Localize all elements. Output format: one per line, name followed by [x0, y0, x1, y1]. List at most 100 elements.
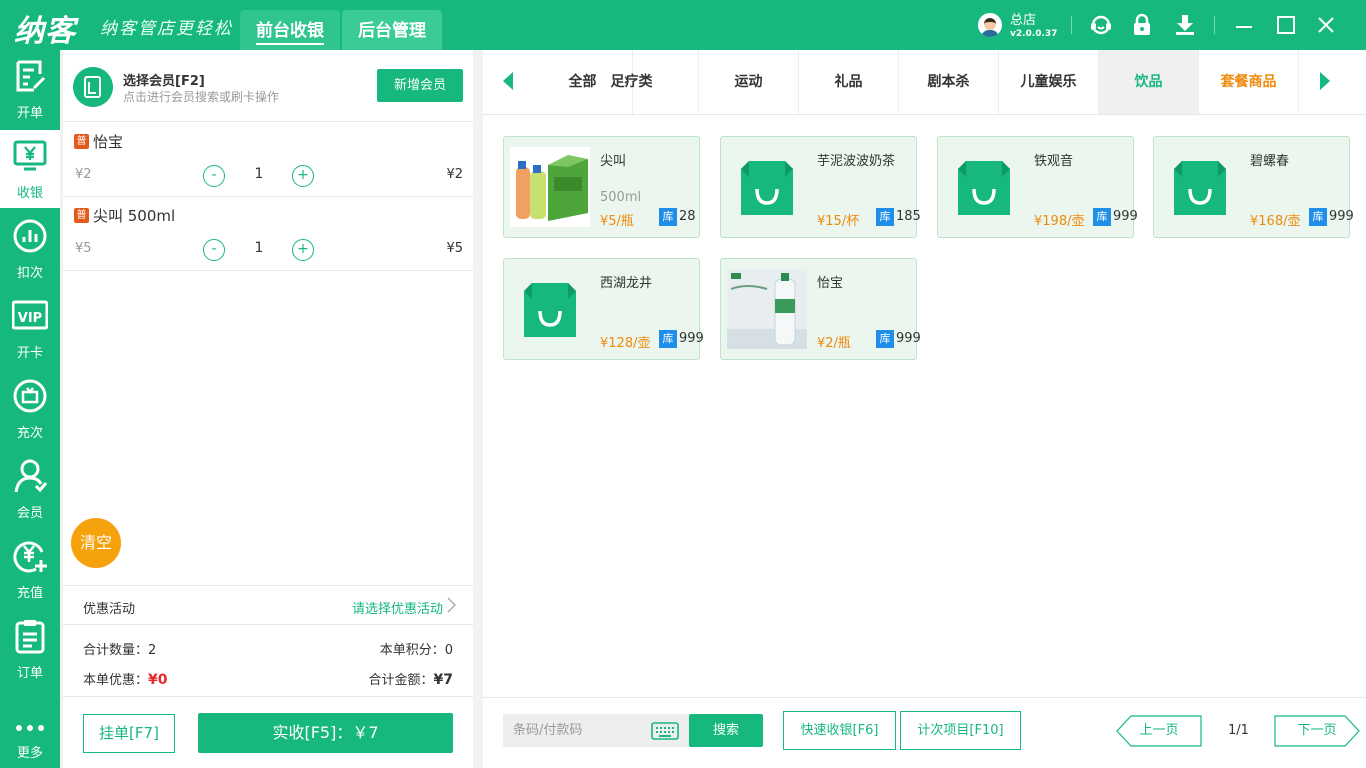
tab-front-cashier-label: 前台收银 [256, 21, 324, 45]
product-name: 铁观音 [1034, 154, 1074, 169]
recharge-icon [13, 541, 47, 573]
bag-icon [958, 161, 1010, 215]
category-kids[interactable]: 儿童娱乐 [999, 50, 1099, 114]
order-points-label: 本单积分： [379, 643, 445, 658]
sidebar-item-recharge-times[interactable]: 充次 [0, 370, 60, 448]
sidebar-item-label: 开单 [16, 106, 43, 121]
select-promotion-link[interactable]: 请选择优惠活动 [352, 598, 443, 617]
sidebar-item-cashier[interactable]: 收银 [0, 130, 60, 208]
product-card[interactable]: 尖叫 500ml ¥5/瓶 库 28 [503, 136, 700, 238]
download-icon[interactable] [1173, 13, 1197, 37]
sidebar-item-more[interactable]: 更多 [0, 690, 60, 768]
category-combo[interactable]: 套餐商品 [1199, 50, 1299, 114]
lock-icon[interactable] [1130, 13, 1154, 37]
decrease-qty-button[interactable]: - [203, 239, 225, 261]
more-icon [16, 725, 44, 731]
category-drinks[interactable]: 饮品 [1099, 50, 1199, 114]
cart-item[interactable]: 普 尖叫 500ml ¥5 - 1 + ¥5 [63, 197, 473, 271]
bag-icon [524, 283, 576, 337]
chart-icon [13, 219, 47, 253]
category-next-icon[interactable] [1320, 72, 1330, 90]
bag-icon [741, 161, 793, 215]
prev-page-button[interactable]: 上一页 [1116, 715, 1202, 747]
sidebar-item-label: 充次 [16, 426, 43, 441]
sidebar-item-deduct[interactable]: 扣次 [0, 210, 60, 288]
app-slogan: 纳客管店更轻松 [100, 19, 233, 39]
cart-item-unit-price: ¥2 [75, 167, 92, 182]
product-spec: 500ml [600, 190, 642, 205]
increase-qty-button[interactable]: + [292, 165, 314, 187]
member-select-title: 选择会员[F2] [123, 74, 205, 89]
stock-badge: 库 [659, 208, 677, 226]
promotion-row[interactable]: 优惠活动 请选择优惠活动 [63, 585, 473, 625]
cart-item-name: 尖叫 500ml [93, 207, 176, 225]
tab-front-cashier[interactable]: 前台收银 [240, 10, 340, 50]
category-foot-therapy[interactable]: 足疗类 [599, 50, 699, 114]
sidebar-item-label: 扣次 [16, 266, 43, 281]
order-discount: 本单优惠：¥0 [83, 669, 168, 688]
category-prev-icon[interactable] [503, 72, 513, 90]
sidebar-item-open-order[interactable]: 开单 [0, 50, 60, 128]
maximize-icon[interactable] [1274, 13, 1298, 37]
search-button[interactable]: 搜索 [689, 714, 763, 747]
sidebar: 开单 收银 扣次 VIP 开卡 充次 会员 充值 订单 更多 [0, 50, 60, 768]
minimize-icon[interactable] [1232, 13, 1256, 37]
sidebar-item-recharge[interactable]: 充值 [0, 530, 60, 608]
member-select-bar[interactable]: 选择会员[F2] 点击进行会员搜索或刷卡操作 新增会员 [63, 50, 473, 122]
sidebar-item-open-card[interactable]: VIP 开卡 [0, 290, 60, 368]
product-name: 西湖龙井 [600, 276, 653, 291]
sidebar-item-member[interactable]: 会员 [0, 450, 60, 528]
cart-item-unit-price: ¥5 [75, 241, 92, 256]
product-stock: 999 [1113, 209, 1138, 224]
top-bar: 纳客 纳客管店更轻松 前台收银 后台管理 总店 v2.0.0.37 [0, 0, 1366, 50]
order-discount-label: 本单优惠： [83, 673, 149, 688]
category-script-game[interactable]: 剧本杀 [899, 50, 999, 114]
clear-cart-button[interactable]: 清空 [71, 518, 121, 568]
category-gifts[interactable]: 礼品 [799, 50, 899, 114]
cart-item[interactable]: 普 怡宝 ¥2 - 1 + ¥2 [63, 123, 473, 197]
pay-button[interactable]: 实收[F5]：￥7 [198, 713, 453, 753]
cart-item-qty[interactable]: 1 [249, 166, 269, 182]
tab-back-admin[interactable]: 后台管理 [342, 10, 442, 50]
add-member-button[interactable]: 新增会员 [377, 69, 463, 102]
prev-page-label: 上一页 [1139, 723, 1179, 738]
divider [1071, 16, 1072, 34]
cart-item-qty[interactable]: 1 [249, 240, 269, 256]
stock-badge: 库 [1309, 208, 1327, 226]
category-list: 全部 足疗类 运动 礼品 剧本杀 儿童娱乐 饮品 套餐商品 [533, 50, 1299, 114]
app-logo: 纳客 [14, 14, 76, 49]
increase-qty-button[interactable]: + [292, 239, 314, 261]
tab-back-admin-label: 后台管理 [358, 21, 426, 41]
headset-icon[interactable] [1089, 13, 1113, 37]
order-points: 本单积分：0 [380, 639, 453, 658]
product-card[interactable]: 西湖龙井 ¥128/壶 库 999 [503, 258, 704, 360]
product-name: 怡宝 [817, 276, 844, 291]
bottom-toolbar: 搜索 快速收银[F6] 计次项目[F10] 上一页 1/1 下一页 [483, 697, 1366, 768]
product-stock: 999 [679, 331, 704, 346]
water-photo [727, 269, 807, 349]
normal-price-badge: 普 [74, 208, 89, 223]
hang-order-button[interactable]: 挂单[F7] [83, 714, 175, 753]
sidebar-item-label: 会员 [16, 506, 43, 521]
product-card[interactable]: 芋泥波波奶茶 ¥15/杯 库 185 [720, 136, 921, 238]
cashier-icon [13, 140, 47, 171]
order-icon [15, 620, 45, 654]
decrease-qty-button[interactable]: - [203, 165, 225, 187]
normal-price-badge: 普 [74, 134, 89, 149]
product-card[interactable]: 怡宝 ¥2/瓶 库 999 [720, 258, 921, 360]
total-qty-value: 2 [148, 643, 157, 658]
count-items-button[interactable]: 计次项目[F10] [900, 711, 1021, 750]
sidebar-item-order[interactable]: 订单 [0, 610, 60, 688]
product-stock: 999 [1329, 209, 1354, 224]
close-icon[interactable] [1314, 13, 1338, 37]
product-card[interactable]: 铁观音 ¥198/壶 库 999 [937, 136, 1138, 238]
product-card[interactable]: 碧螺春 ¥168/壶 库 999 [1153, 136, 1354, 238]
product-name: 尖叫 [600, 154, 627, 169]
cart-item-name: 怡宝 [93, 133, 124, 151]
next-page-button[interactable]: 下一页 [1274, 715, 1360, 747]
category-sports[interactable]: 运动 [699, 50, 799, 114]
quick-cashier-button[interactable]: 快速收银[F6] [783, 711, 896, 750]
keyboard-icon[interactable] [651, 722, 679, 740]
app-version: v2.0.0.37 [1010, 29, 1058, 39]
divider [1214, 16, 1215, 34]
